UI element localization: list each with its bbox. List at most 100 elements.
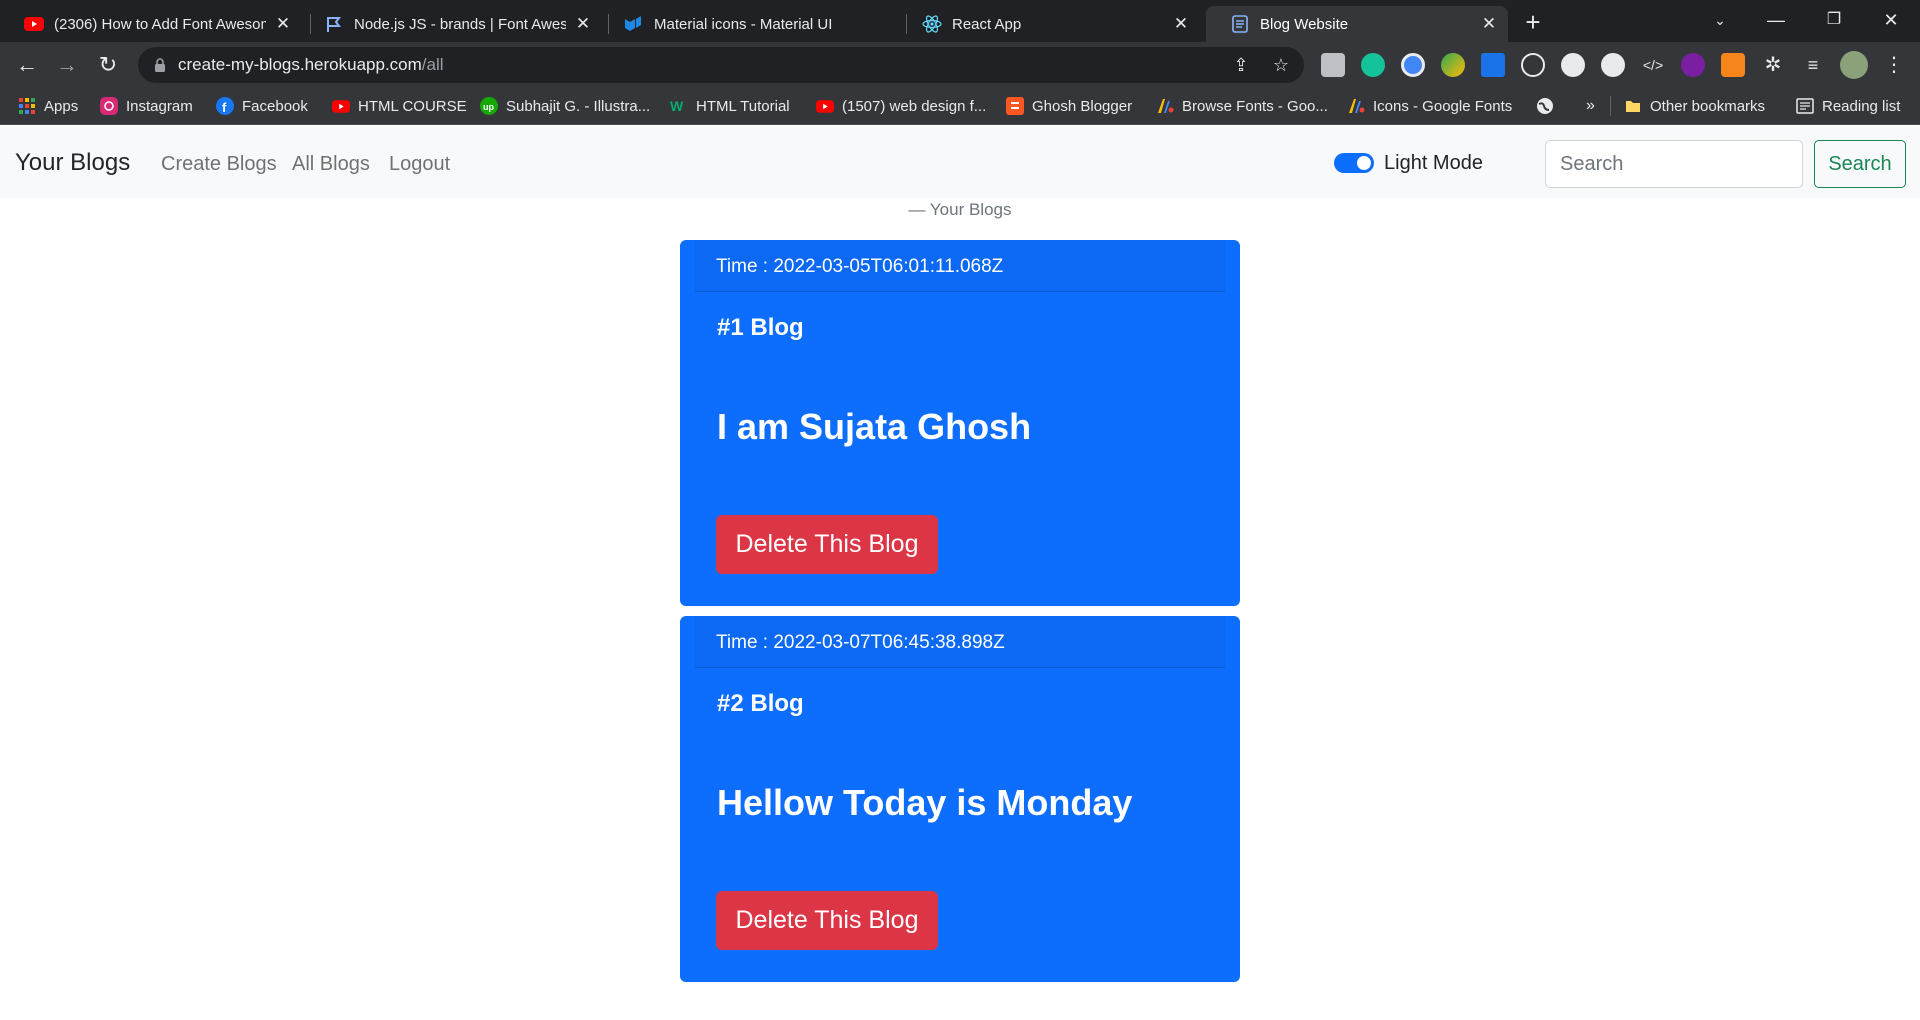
forward-icon[interactable]: → bbox=[52, 50, 82, 80]
nav-all-blogs[interactable]: All Blogs bbox=[292, 153, 370, 176]
code-icon[interactable]: </> bbox=[1641, 53, 1665, 77]
bookmark-label: Reading list bbox=[1822, 97, 1901, 115]
bookmark-ghosh-blogger[interactable]: Ghosh Blogger bbox=[1006, 94, 1132, 118]
browser-tab[interactable]: Material icons - Material UI ✕ bbox=[600, 6, 902, 42]
star-icon[interactable]: ☆ bbox=[1270, 54, 1292, 76]
download-icon[interactable] bbox=[1681, 53, 1705, 77]
extension-icon[interactable] bbox=[1601, 53, 1625, 77]
bookmark-label: Browse Fonts - Goo... bbox=[1182, 97, 1328, 115]
bookmark-web-design[interactable]: (1507) web design f... bbox=[816, 94, 986, 118]
new-tab-button[interactable]: + bbox=[1519, 9, 1547, 37]
youtube-icon bbox=[816, 97, 834, 115]
avatar[interactable] bbox=[1840, 51, 1868, 79]
bookmark-html-tutorial[interactable]: W HTML Tutorial bbox=[670, 94, 790, 118]
bookmark-browse-fonts[interactable]: Browse Fonts - Goo... bbox=[1156, 94, 1328, 118]
bookmark-label: Instagram bbox=[126, 97, 193, 115]
bookmark-label: Ghosh Blogger bbox=[1032, 97, 1133, 115]
reading-list-icon bbox=[1796, 97, 1814, 115]
flag-icon bbox=[324, 14, 344, 34]
restore-icon[interactable]: ❐ bbox=[1814, 6, 1854, 34]
share-icon[interactable]: ⇪ bbox=[1230, 54, 1252, 76]
blog-card: Time : 2022-03-07T06:45:38.898Z #2 Blog … bbox=[680, 616, 1240, 982]
bookmark-globe[interactable] bbox=[1536, 94, 1562, 118]
extension-icon[interactable] bbox=[1441, 53, 1465, 77]
bookmark-label: Apps bbox=[44, 97, 79, 115]
facebook-icon: f bbox=[216, 97, 234, 115]
instagram-icon bbox=[100, 97, 118, 115]
light-mode-label: Light Mode bbox=[1384, 152, 1483, 174]
browser-tab[interactable]: Node.js JS - brands | Font Aweso ✕ bbox=[300, 6, 602, 42]
blog-text: Hellow Today is Monday bbox=[717, 782, 1133, 823]
blog-title: #1 Blog bbox=[717, 314, 804, 341]
browser-tab[interactable]: React App ✕ bbox=[898, 6, 1200, 42]
bookmark-upwork[interactable]: up Subhajit G. - Illustra... bbox=[480, 94, 650, 118]
bookmark-divider bbox=[1610, 96, 1611, 116]
google-fonts-icon bbox=[1156, 97, 1174, 115]
bookmark-apps[interactable]: Apps bbox=[18, 94, 78, 118]
tab-title: React App bbox=[952, 15, 1022, 33]
extension-icon[interactable] bbox=[1561, 53, 1585, 77]
search-input[interactable] bbox=[1545, 140, 1803, 188]
svg-text:f: f bbox=[222, 100, 227, 115]
blog-title: #2 Blog bbox=[717, 690, 804, 717]
react-icon bbox=[922, 14, 942, 34]
url-text: create-my-blogs.herokuapp.com/all bbox=[178, 55, 444, 74]
blog-time: Time : 2022-03-05T06:01:11.068Z bbox=[695, 240, 1225, 292]
bookmark-label: HTML Tutorial bbox=[696, 97, 790, 115]
back-icon[interactable]: ← bbox=[12, 50, 42, 80]
blog-text: I am Sujata Ghosh bbox=[717, 406, 1032, 447]
media-queue-icon[interactable]: ≡ bbox=[1801, 53, 1825, 77]
bookmark-icons-google-fonts[interactable]: Icons - Google Fonts bbox=[1347, 94, 1512, 118]
address-bar[interactable]: create-my-blogs.herokuapp.com/all ⇪ ☆ bbox=[138, 47, 1304, 83]
folder-icon bbox=[1624, 97, 1642, 115]
close-icon[interactable]: ✕ bbox=[274, 15, 292, 33]
browser-tab[interactable]: (2306) How to Add Font Awesom ✕ bbox=[0, 6, 302, 42]
extension-icon[interactable] bbox=[1321, 53, 1345, 77]
tab-search-icon[interactable]: ⌄ bbox=[1700, 6, 1740, 34]
lock-icon bbox=[155, 58, 165, 72]
close-icon[interactable]: ✕ bbox=[1480, 15, 1498, 33]
svg-text:up: up bbox=[483, 102, 494, 112]
page-heading: — Your Blogs bbox=[908, 200, 1012, 219]
youtube-icon bbox=[24, 14, 44, 34]
more-bookmarks-button[interactable]: » bbox=[1586, 94, 1595, 118]
browser-tab-strip: (2306) How to Add Font Awesom ✕ Node.js … bbox=[0, 0, 1920, 42]
nav-create-blogs[interactable]: Create Blogs bbox=[161, 153, 277, 176]
nav-logout[interactable]: Logout bbox=[389, 153, 450, 176]
minimize-icon[interactable]: — bbox=[1756, 6, 1796, 34]
delete-blog-button[interactable]: Delete This Blog bbox=[716, 891, 938, 950]
mui-icon bbox=[624, 14, 644, 34]
bookmark-html-course[interactable]: HTML COURSE bbox=[332, 94, 467, 118]
delete-blog-button[interactable]: Delete This Blog bbox=[716, 515, 938, 574]
bookmark-label: Other bookmarks bbox=[1650, 97, 1766, 115]
other-bookmarks[interactable]: Other bookmarks bbox=[1624, 94, 1765, 118]
bookmark-label: Icons - Google Fonts bbox=[1373, 97, 1513, 115]
reload-icon[interactable]: ↻ bbox=[93, 50, 123, 80]
metamask-icon[interactable] bbox=[1721, 53, 1745, 77]
puzzle-icon[interactable]: ✲ bbox=[1761, 53, 1785, 77]
page-icon bbox=[1230, 14, 1250, 34]
blog-card: Time : 2022-03-05T06:01:11.068Z #1 Blog … bbox=[680, 240, 1240, 606]
grammarly-icon[interactable] bbox=[1361, 53, 1385, 77]
reading-list[interactable]: Reading list bbox=[1796, 94, 1900, 118]
close-window-icon[interactable]: ✕ bbox=[1871, 6, 1911, 34]
react-devtools-icon[interactable] bbox=[1521, 53, 1545, 77]
bookmark-facebook[interactable]: f Facebook bbox=[216, 94, 308, 118]
extension-icon[interactable] bbox=[1401, 53, 1425, 77]
browser-tab-active[interactable]: Blog Website ✕ bbox=[1206, 6, 1508, 42]
bookmark-label: (1507) web design f... bbox=[842, 97, 987, 115]
app-navbar: Your Blogs Create Blogs All Blogs Logout… bbox=[0, 126, 1920, 198]
svg-text:W: W bbox=[670, 98, 684, 114]
w3schools-icon: W bbox=[670, 97, 688, 115]
search-button[interactable]: Search bbox=[1814, 140, 1906, 188]
switch-knob bbox=[1357, 156, 1371, 170]
bookmark-instagram[interactable]: Instagram bbox=[100, 94, 193, 118]
kebab-menu-icon[interactable]: ⋮ bbox=[1882, 53, 1906, 77]
light-mode-switch[interactable] bbox=[1334, 153, 1374, 173]
blogger-icon bbox=[1006, 97, 1024, 115]
brand-link[interactable]: Your Blogs bbox=[15, 149, 130, 177]
close-icon[interactable]: ✕ bbox=[1172, 15, 1190, 33]
globe-icon bbox=[1536, 97, 1554, 115]
close-icon[interactable]: ✕ bbox=[574, 15, 592, 33]
new-badge-icon[interactable] bbox=[1481, 53, 1505, 77]
